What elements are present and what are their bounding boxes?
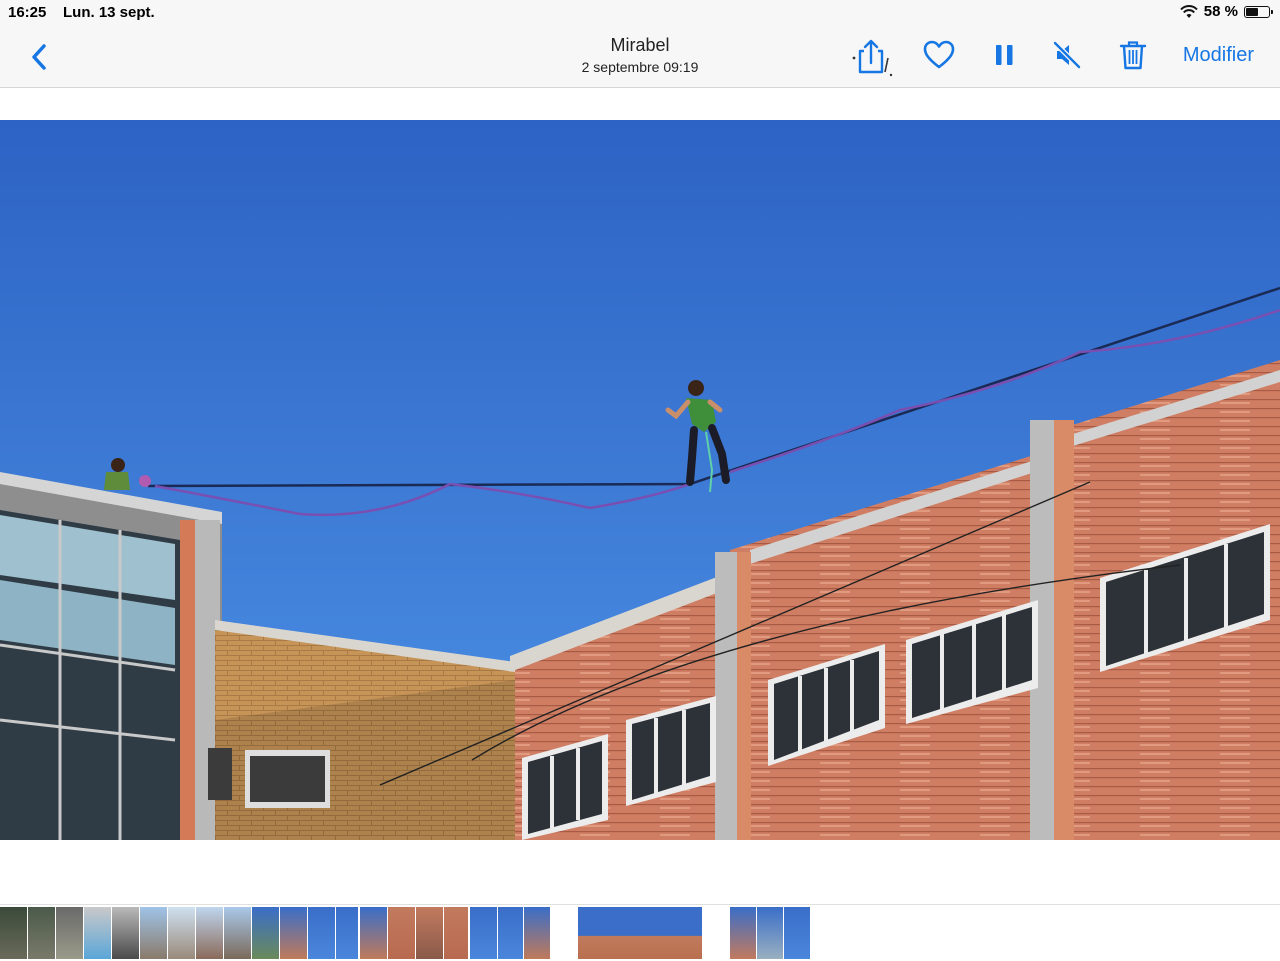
thumbnail[interactable] [224,907,251,959]
thumbnail[interactable] [56,907,83,959]
thumbnail[interactable] [0,907,27,959]
status-time: 16:25 [8,4,47,21]
heart-icon [923,40,955,69]
thumbnail[interactable] [470,907,497,959]
thumbnail[interactable] [168,907,195,959]
thumbnail[interactable] [578,907,702,959]
video-frame[interactable] [0,120,1280,840]
speaker-muted-icon [1053,41,1081,69]
thumbnail[interactable] [416,907,443,959]
share-button[interactable] [852,38,893,77]
thumbnail[interactable] [524,907,550,959]
edit-button[interactable]: Modifier [1183,44,1254,67]
status-bar: 16:25 Lun. 13 sept. 58 % [0,0,1280,24]
battery-fill [1246,7,1258,16]
page-title: Mirabel [610,35,670,55]
share-icon [852,39,893,77]
battery-icon [1244,5,1273,18]
navigation-bar: Mirabel 2 septembre 09:19 Modifier [0,24,1280,88]
slackline-photo [0,120,1280,840]
filmstrip[interactable] [0,904,1280,961]
status-right: 58 % [1180,3,1273,20]
page-subtitle: 2 septembre 09:19 [581,59,699,75]
thumbnail[interactable] [336,907,358,959]
pause-icon [996,45,1013,65]
mute-button[interactable] [1050,38,1084,72]
thumbnail[interactable] [444,907,468,959]
thumbnail[interactable] [112,907,139,959]
favorite-button[interactable] [922,38,956,72]
thumbnail[interactable] [784,907,810,959]
delete-button[interactable] [1116,38,1150,72]
thumbnail[interactable] [308,907,335,959]
wifi-icon [1180,4,1198,18]
status-date: Lun. 13 sept. [63,4,155,21]
thumbnail[interactable] [388,907,415,959]
thumbnail[interactable] [280,907,307,959]
thumbnail[interactable] [757,907,783,959]
pause-button[interactable] [988,38,1022,72]
battery-percent: 58 % [1203,3,1238,20]
thumbnail[interactable] [252,907,279,959]
thumbnail[interactable] [360,907,387,959]
thumbnail[interactable] [196,907,223,959]
thumbnail[interactable] [730,907,756,959]
thumbnail[interactable] [84,907,111,959]
thumbnail[interactable] [498,907,523,959]
thumbnail[interactable] [140,907,167,959]
trash-icon [1119,41,1147,70]
thumbnail[interactable] [28,907,55,959]
